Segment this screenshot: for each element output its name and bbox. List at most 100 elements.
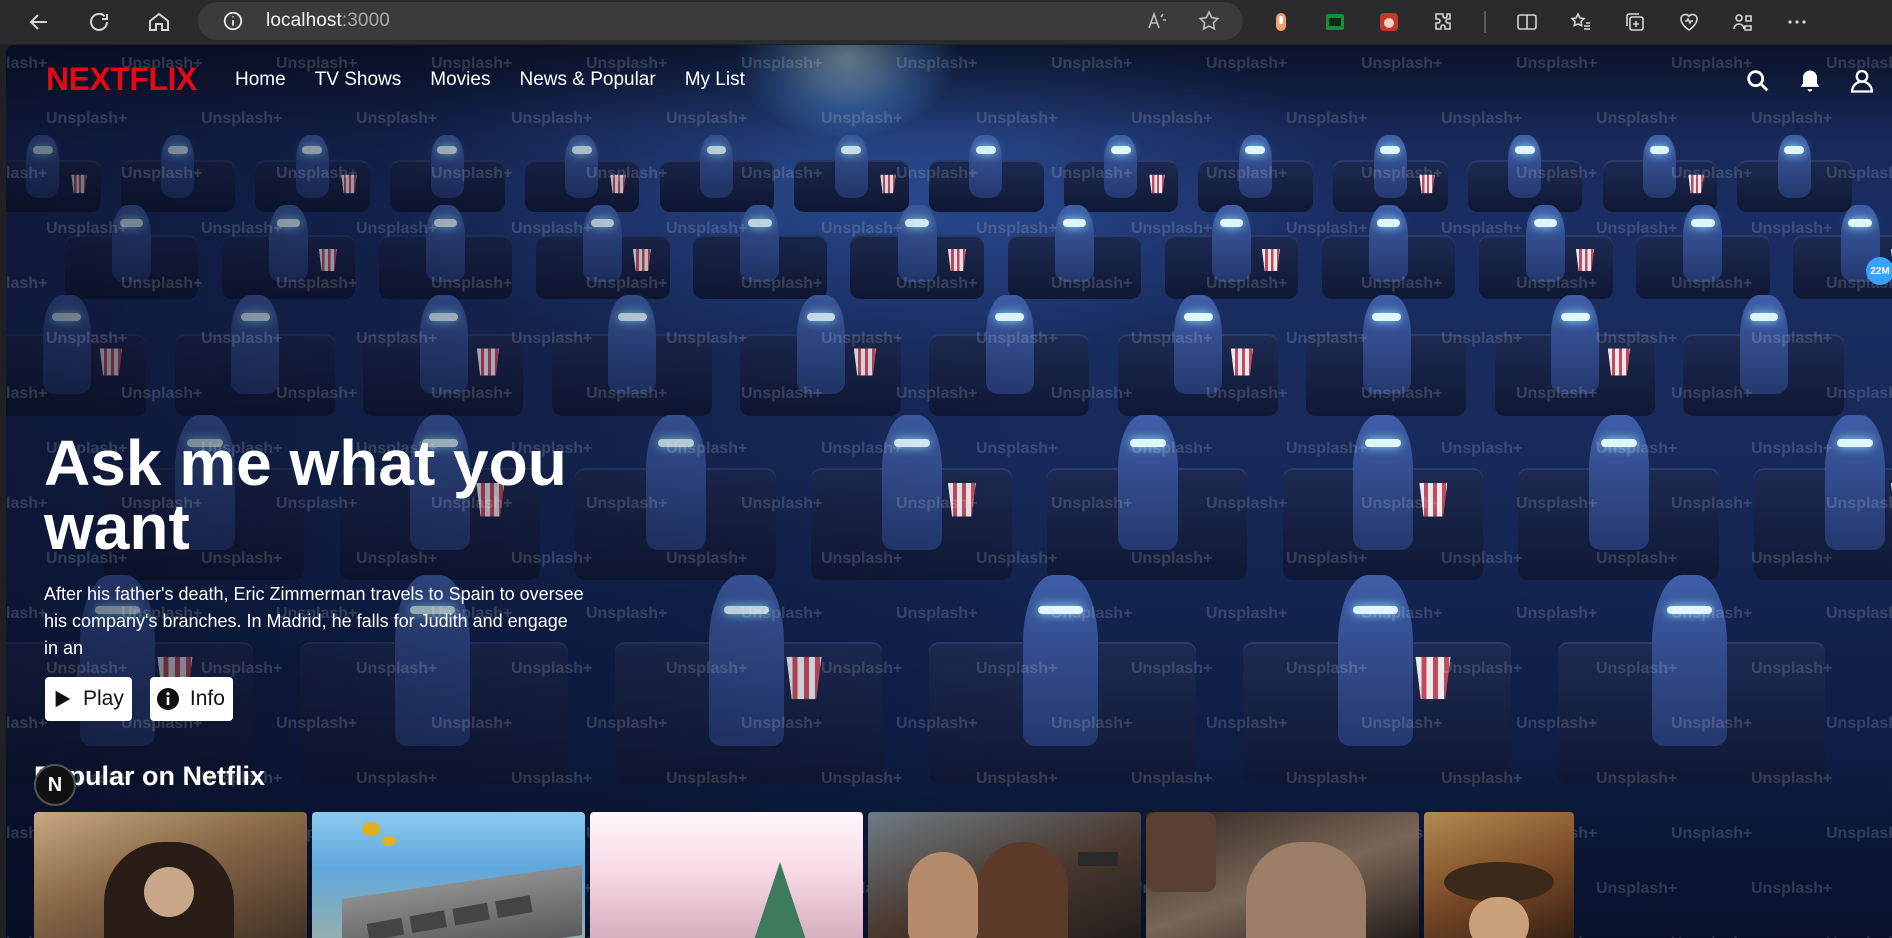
unsplash-watermark: Unsplash+ <box>1286 770 1368 787</box>
address-bar[interactable]: localhost:3000 <box>198 2 1243 40</box>
unsplash-watermark: Unsplash+ <box>1671 825 1753 842</box>
unsplash-watermark: Unsplash+ <box>1671 715 1753 732</box>
unsplash-watermark: Unsplash+ <box>821 550 903 567</box>
unsplash-watermark: Unsplash+ <box>666 330 748 347</box>
unsplash-watermark: Unsplash+ <box>976 550 1058 567</box>
unsplash-watermark: Unsplash+ <box>1826 825 1892 842</box>
unsplash-watermark: Unsplash+ <box>741 495 823 512</box>
split-screen-icon[interactable] <box>1514 9 1540 35</box>
unsplash-watermark: Unsplash+ <box>1051 495 1133 512</box>
unsplash-watermark: Unsplash+ <box>666 770 748 787</box>
unsplash-watermark: Unsplash+ <box>356 330 438 347</box>
refresh-icon[interactable] <box>81 4 117 40</box>
unsplash-watermark: Unsplash+ <box>1826 605 1892 622</box>
unsplash-watermark: Unsplash+ <box>1361 165 1443 182</box>
profile-settings-icon[interactable] <box>1730 9 1756 35</box>
unsplash-watermark: Unsplash+ <box>276 165 358 182</box>
popular-row: ▬▬▬▬ <box>34 812 1574 938</box>
favorites-list-icon[interactable] <box>1568 9 1594 35</box>
nav-home[interactable]: Home <box>235 69 286 91</box>
unsplash-watermark: Unsplash+ <box>511 330 593 347</box>
unsplash-watermark: Unsplash+ <box>1516 385 1598 402</box>
read-aloud-icon[interactable] <box>1145 9 1169 33</box>
app-header: NEXTFLIX Home TV Shows Movies News & Pop… <box>6 45 1892 117</box>
unsplash-watermark: Unsplash+ <box>821 330 903 347</box>
unsplash-watermark: Unsplash+ <box>976 770 1058 787</box>
browser-toolbar: localhost:3000 <box>0 0 1892 44</box>
unsplash-watermark: Unsplash+ <box>1441 770 1523 787</box>
movie-tile[interactable] <box>1146 812 1419 938</box>
unsplash-watermark: Unsplash+ <box>121 275 203 292</box>
unsplash-watermark: Unsplash+ <box>586 165 668 182</box>
unsplash-watermark: Unsplash+ <box>1206 495 1288 512</box>
unsplash-watermark: Unsplash+ <box>586 605 668 622</box>
home-icon[interactable] <box>141 4 177 40</box>
unsplash-watermark: Unsplash+ <box>896 385 978 402</box>
movie-tile[interactable] <box>590 812 863 938</box>
unsplash-watermark: Unsplash+ <box>511 220 593 237</box>
unsplash-watermark: Unsplash+ <box>1516 275 1598 292</box>
nextjs-dev-badge[interactable]: N <box>34 764 76 806</box>
nav-movies[interactable]: Movies <box>430 69 490 91</box>
extension-paint-icon[interactable] <box>1268 9 1294 35</box>
unsplash-watermark: Unsplash+ <box>6 385 48 402</box>
favorite-star-icon[interactable] <box>1197 9 1221 33</box>
bell-icon[interactable] <box>1796 67 1824 95</box>
unsplash-watermark: Unsplash+ <box>1596 330 1678 347</box>
site-info-icon[interactable] <box>222 10 244 32</box>
unsplash-watermark: Unsplash+ <box>741 605 823 622</box>
play-button[interactable]: Play <box>45 677 132 721</box>
unsplash-watermark: Unsplash+ <box>666 220 748 237</box>
unsplash-watermark: Unsplash+ <box>276 715 358 732</box>
nav-tv-shows[interactable]: TV Shows <box>315 69 402 91</box>
unsplash-watermark: Unsplash+ <box>431 275 513 292</box>
unsplash-watermark: Unsplash+ <box>1206 605 1288 622</box>
unsplash-watermark: Unsplash+ <box>201 660 283 677</box>
unsplash-watermark: Unsplash+ <box>431 385 513 402</box>
nav-news-popular[interactable]: News & Popular <box>519 69 655 91</box>
unsplash-watermark: Unsplash+ <box>1516 715 1598 732</box>
unsplash-watermark: Unsplash+ <box>666 660 748 677</box>
unsplash-watermark: Unsplash+ <box>1751 220 1833 237</box>
movie-tile[interactable] <box>1424 812 1574 938</box>
unsplash-watermark: Unsplash+ <box>1361 715 1443 732</box>
unsplash-watermark: Unsplash+ <box>896 605 978 622</box>
extensions-puzzle-icon[interactable] <box>1430 9 1456 35</box>
movie-tile[interactable] <box>34 812 307 938</box>
info-button[interactable]: Info <box>149 677 233 721</box>
unsplash-watermark: Unsplash+ <box>1441 660 1523 677</box>
browser-essentials-icon[interactable] <box>1676 9 1702 35</box>
unsplash-watermark: Unsplash+ <box>1206 275 1288 292</box>
unsplash-watermark: Unsplash+ <box>356 660 438 677</box>
unsplash-watermark: Unsplash+ <box>1751 330 1833 347</box>
unsplash-watermark: Unsplash+ <box>1441 440 1523 457</box>
unsplash-watermark: Unsplash+ <box>511 660 593 677</box>
unsplash-watermark: Unsplash+ <box>46 220 128 237</box>
unsplash-watermark: Unsplash+ <box>741 385 823 402</box>
unsplash-watermark: Unsplash+ <box>821 220 903 237</box>
user-icon[interactable] <box>1848 67 1876 95</box>
unsplash-watermark: Unsplash+ <box>1206 385 1288 402</box>
extension-bug-icon[interactable] <box>1376 9 1402 35</box>
movie-tile[interactable] <box>868 812 1141 938</box>
toolbar-divider <box>1484 11 1486 33</box>
unsplash-watermark: Unsplash+ <box>1051 605 1133 622</box>
unsplash-watermark: Unsplash+ <box>1596 550 1678 567</box>
extension-screen-icon[interactable] <box>1322 9 1348 35</box>
more-menu-icon[interactable] <box>1784 9 1810 35</box>
movie-tile[interactable]: ▬▬▬▬ <box>312 812 585 938</box>
collections-icon[interactable] <box>1622 9 1648 35</box>
brand-logo[interactable]: NEXTFLIX <box>46 61 197 98</box>
nav-my-list[interactable]: My List <box>685 69 745 91</box>
search-icon[interactable] <box>1744 67 1772 95</box>
back-icon[interactable] <box>21 4 57 40</box>
unsplash-watermark: Unsplash+ <box>121 165 203 182</box>
unsplash-watermark: Unsplash+ <box>201 220 283 237</box>
unsplash-watermark: Unsplash+ <box>1286 330 1368 347</box>
unsplash-watermark: Unsplash+ <box>1441 330 1523 347</box>
unsplash-watermark: Unsplash+ <box>896 165 978 182</box>
unsplash-watermark: Unsplash+ <box>741 165 823 182</box>
unsplash-watermark: Unsplash+ <box>1826 385 1892 402</box>
unsplash-watermark: Unsplash+ <box>6 275 48 292</box>
floating-badge[interactable]: 22M <box>1866 257 1892 285</box>
